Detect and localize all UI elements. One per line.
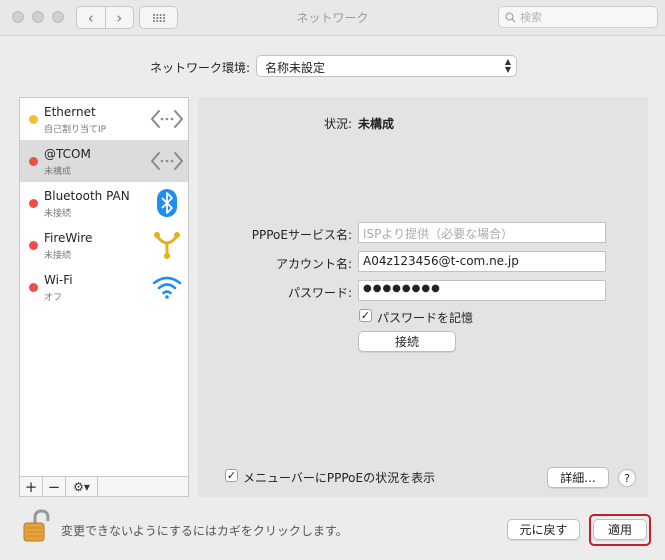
chevron-updown-icon: ▲ ▼ <box>504 57 511 74</box>
service-name: Wi-Fi <box>44 273 73 287</box>
service-status: 自己割り当てIP <box>44 125 107 135</box>
status-dot-icon <box>29 115 38 124</box>
pppoe-service-input[interactable]: ISPより提供（必要な場合） <box>358 222 606 243</box>
status-dot-icon <box>29 241 38 250</box>
add-service-button[interactable]: + <box>20 477 43 496</box>
service-list-toolbar: + − ⚙▾ <box>20 476 188 496</box>
remember-password-label: パスワードを記憶 <box>377 311 474 325</box>
service-item-tcom[interactable]: @TCOM 未構成 <box>20 140 188 182</box>
location-value: 名称未設定 <box>265 61 326 75</box>
service-status: 未接続 <box>44 251 72 261</box>
service-name: Bluetooth PAN <box>44 189 130 203</box>
service-item-wifi[interactable]: Wi-Fi オフ <box>20 266 188 308</box>
service-item-bluetooth-pan[interactable]: Bluetooth PAN 未接続 <box>20 182 188 224</box>
account-label: アカウント名: <box>275 257 352 271</box>
status-dot-icon <box>29 199 38 208</box>
revert-button[interactable]: 元に戻す <box>507 519 580 540</box>
location-label: ネットワーク環境: <box>150 61 251 75</box>
status-value: 未構成 <box>358 117 395 131</box>
service-status: 未接続 <box>44 209 72 219</box>
lock-icon[interactable] <box>22 509 50 543</box>
connect-button[interactable]: 接続 <box>358 331 456 352</box>
ethernet-arrows-icon <box>150 103 184 135</box>
status-dot-icon <box>29 283 38 292</box>
status-label: 状況: <box>324 117 353 131</box>
service-name: FireWire <box>44 231 93 245</box>
wifi-icon <box>150 271 184 303</box>
menubar-status-label: メニューバーにPPPoEの状況を表示 <box>243 471 436 485</box>
service-status: 未構成 <box>44 167 72 177</box>
service-name: @TCOM <box>44 147 91 161</box>
help-button[interactable]: ? <box>618 469 636 487</box>
account-input[interactable]: A04z123456@t-com.ne.jp <box>358 251 606 272</box>
remove-service-button[interactable]: − <box>43 477 66 496</box>
advanced-button[interactable]: 詳細... <box>547 467 609 488</box>
service-item-firewire[interactable]: FireWire 未接続 <box>20 224 188 266</box>
firewire-icon <box>150 229 184 261</box>
search-placeholder: 検索 <box>520 11 542 24</box>
title-bar: ‹ › ネットワーク 検索 <box>0 0 665 36</box>
password-input[interactable]: ●●●●●●●● <box>358 280 606 301</box>
service-status: オフ <box>44 293 63 303</box>
gear-icon[interactable]: ⚙▾ <box>66 477 98 496</box>
ethernet-arrows-icon <box>150 145 184 177</box>
search-field[interactable]: 検索 <box>498 6 658 28</box>
location-select[interactable]: 名称未設定 ▲ ▼ <box>256 55 517 77</box>
bluetooth-icon <box>150 187 184 219</box>
service-name: Ethernet <box>44 105 96 119</box>
service-item-ethernet[interactable]: Ethernet 自己割り当てIP <box>20 98 188 140</box>
remember-password-checkbox[interactable]: ✓ <box>359 309 372 322</box>
service-list: Ethernet 自己割り当てIP @TCOM 未構成 Bluetooth PA… <box>19 97 189 497</box>
pppoe-service-label: PPPoEサービス名: <box>251 228 352 242</box>
menubar-status-checkbox[interactable]: ✓ <box>225 469 238 482</box>
search-icon <box>505 11 516 22</box>
lock-hint-text: 変更できないようにするにはカギをクリックします。 <box>61 524 348 538</box>
password-label: パスワード: <box>287 286 352 300</box>
apply-button[interactable]: 適用 <box>593 519 647 540</box>
status-dot-icon <box>29 157 38 166</box>
